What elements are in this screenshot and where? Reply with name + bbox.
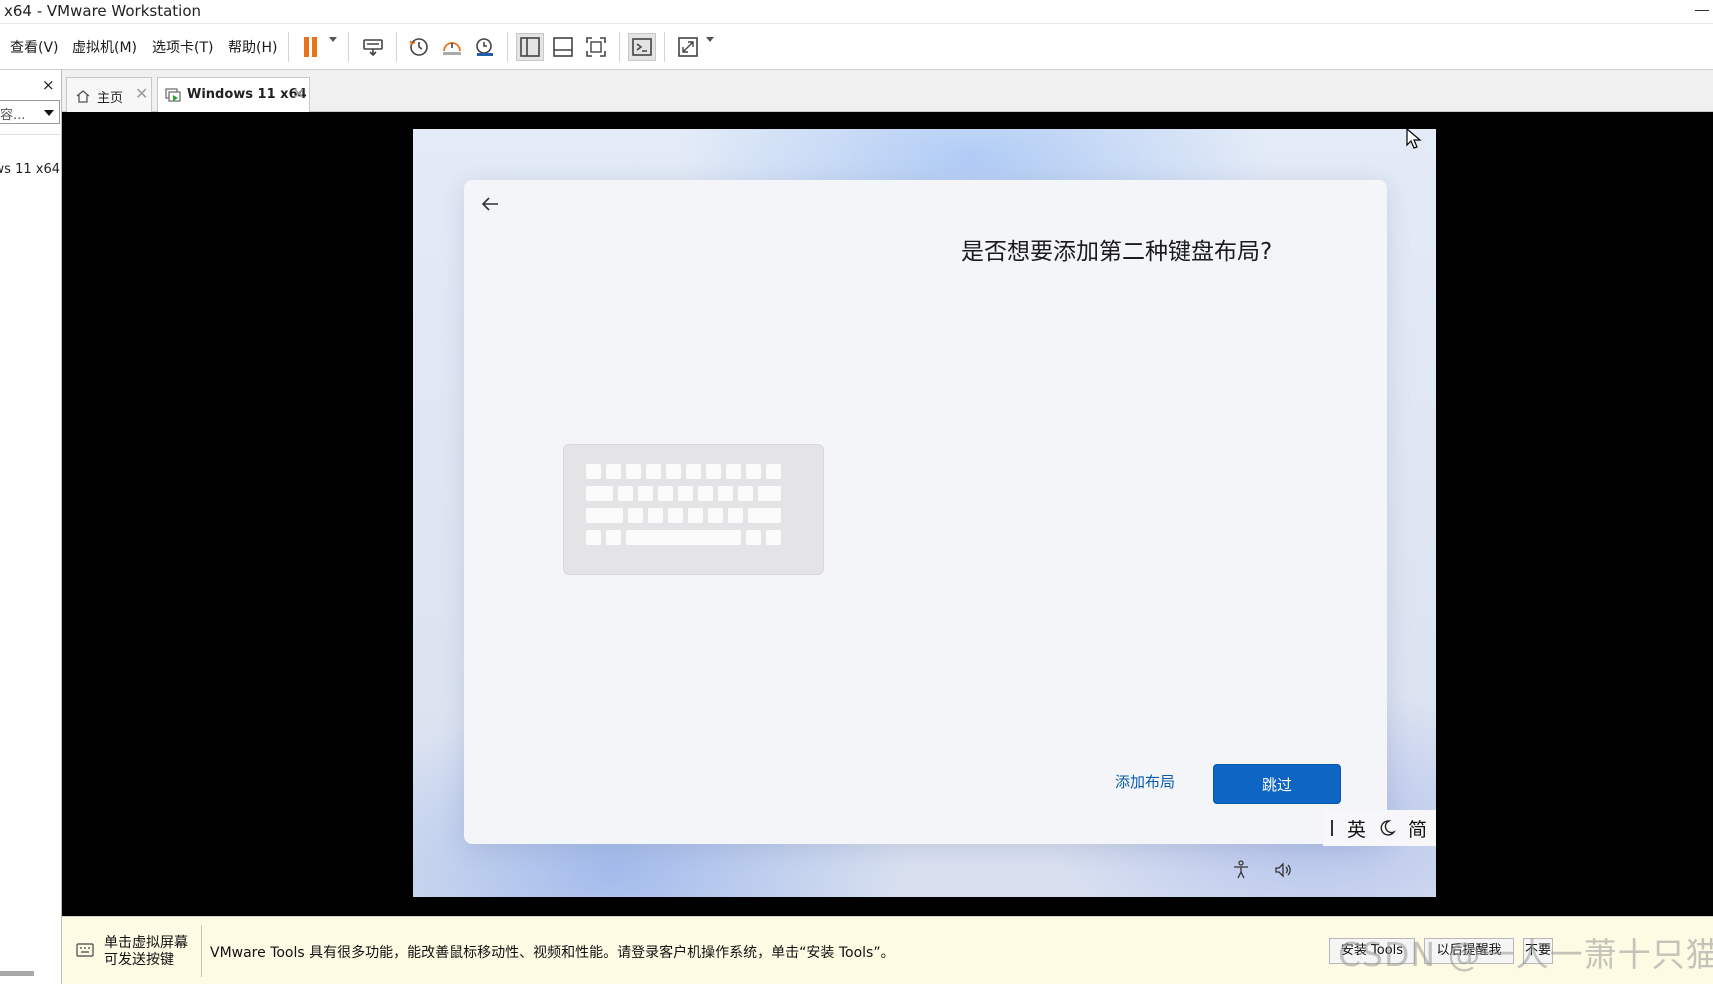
home-icon	[76, 90, 90, 103]
tab-windows-11-x64-label: Windows 11 x64	[187, 87, 307, 102]
add-layout-button[interactable]: 添加布局	[1096, 767, 1194, 797]
library-divider	[0, 134, 60, 135]
thumbnail-view-icon[interactable]	[549, 33, 577, 61]
send-ctrl-alt-del-icon[interactable]	[359, 33, 387, 61]
half-width-moon-icon[interactable]	[1378, 819, 1397, 837]
pause-dropdown-icon[interactable]	[329, 37, 337, 42]
tab-windows-11-x64-close-icon[interactable]: ✕	[292, 84, 305, 103]
library-search-text: 容...	[0, 108, 26, 123]
library-scrollbar[interactable]	[0, 971, 34, 976]
window-titlebar: x64 - VMware Workstation	[0, 0, 1713, 24]
toolbar-separator	[348, 32, 349, 62]
vm-running-icon	[165, 88, 181, 102]
back-arrow-icon[interactable]	[478, 192, 502, 216]
library-vm-item[interactable]: ws 11 x64	[0, 162, 60, 177]
keyboard-icon	[76, 943, 94, 957]
ime-mode-toggle[interactable]: 简	[1408, 815, 1427, 842]
accessibility-icon[interactable]	[1230, 859, 1252, 881]
console-view-icon[interactable]	[628, 33, 656, 61]
pause-icon[interactable]	[298, 33, 326, 61]
snapshot-manager-icon[interactable]	[471, 33, 499, 61]
volume-icon[interactable]	[1273, 859, 1295, 881]
menu-vm[interactable]: 虚拟机(M)	[72, 37, 137, 57]
toolbar-separator	[507, 32, 508, 62]
toolbar-separator	[664, 32, 665, 62]
notice-message: VMware Tools 具有很多功能，能改善鼠标移动性、视频和性能。请登录客户…	[210, 945, 895, 961]
menu-view[interactable]: 查看(V)	[10, 37, 59, 57]
ime-toolbar: 英 简	[1323, 810, 1436, 846]
tab-home-close-icon[interactable]: ✕	[135, 84, 148, 103]
oobe-dialog: 是否想要添加第二种键盘布局? 添加布局 跳过	[464, 180, 1387, 844]
never-button[interactable]: 不要	[1523, 938, 1553, 964]
toolbar-separator	[619, 32, 620, 62]
tab-windows-11-x64[interactable]: Windows 11 x64 ✕	[157, 77, 310, 113]
click-hint: 单击虚拟屏幕 可发送按键	[104, 935, 188, 969]
vmware-tools-notice: 单击虚拟屏幕 可发送按键 VMware Tools 具有很多功能，能改善鼠标移动…	[62, 916, 1713, 984]
fullscreen-dropdown-icon[interactable]	[706, 37, 714, 42]
click-hint-line1: 单击虚拟屏幕	[104, 935, 188, 951]
oobe-title: 是否想要添加第二种键盘布局?	[961, 239, 1273, 265]
ime-handle[interactable]	[1331, 820, 1333, 836]
mouse-pointer-icon	[1406, 128, 1422, 149]
library-close-icon[interactable]: ×	[42, 76, 55, 94]
snapshot-icon[interactable]	[405, 33, 433, 61]
vm-console[interactable]: 是否想要添加第二种键盘布局? 添加布局 跳过 英 简	[62, 112, 1713, 916]
minimize-button[interactable]	[1695, 10, 1709, 11]
notice-divider	[201, 925, 202, 977]
library-panel: × 容... ws 11 x64	[0, 70, 62, 984]
toolbar-separator	[396, 32, 397, 62]
main-toolbar: 查看(V) 虚拟机(M) 选项卡(T) 帮助(H)	[0, 24, 1713, 70]
fullscreen-fit-icon[interactable]	[582, 33, 610, 61]
tab-home-label: 主页	[97, 91, 124, 106]
install-tools-button[interactable]: 安装 Tools	[1329, 938, 1415, 964]
toolbar-separator	[288, 32, 289, 62]
library-search-input[interactable]: 容...	[0, 100, 60, 124]
window-title: x64 - VMware Workstation	[4, 2, 202, 20]
guest-screen[interactable]: 是否想要添加第二种键盘布局? 添加布局 跳过 英 简	[413, 129, 1436, 897]
library-view-icon[interactable]	[516, 33, 544, 61]
click-hint-line2: 可发送按键	[104, 952, 174, 968]
menu-help[interactable]: 帮助(H)	[228, 37, 277, 57]
library-search-dropdown-icon[interactable]	[44, 110, 54, 116]
skip-button[interactable]: 跳过	[1213, 764, 1341, 804]
tab-home[interactable]: 主页 ✕	[66, 77, 152, 112]
enter-fullscreen-icon[interactable]	[674, 33, 702, 61]
remind-later-button[interactable]: 以后提醒我	[1424, 938, 1514, 964]
ime-language-toggle[interactable]: 英	[1347, 815, 1366, 842]
tab-strip: 主页 ✕ Windows 11 x64 ✕	[62, 70, 1713, 113]
revert-snapshot-icon[interactable]	[438, 33, 466, 61]
menu-tabs[interactable]: 选项卡(T)	[152, 37, 213, 57]
keyboard-illustration	[563, 444, 824, 575]
